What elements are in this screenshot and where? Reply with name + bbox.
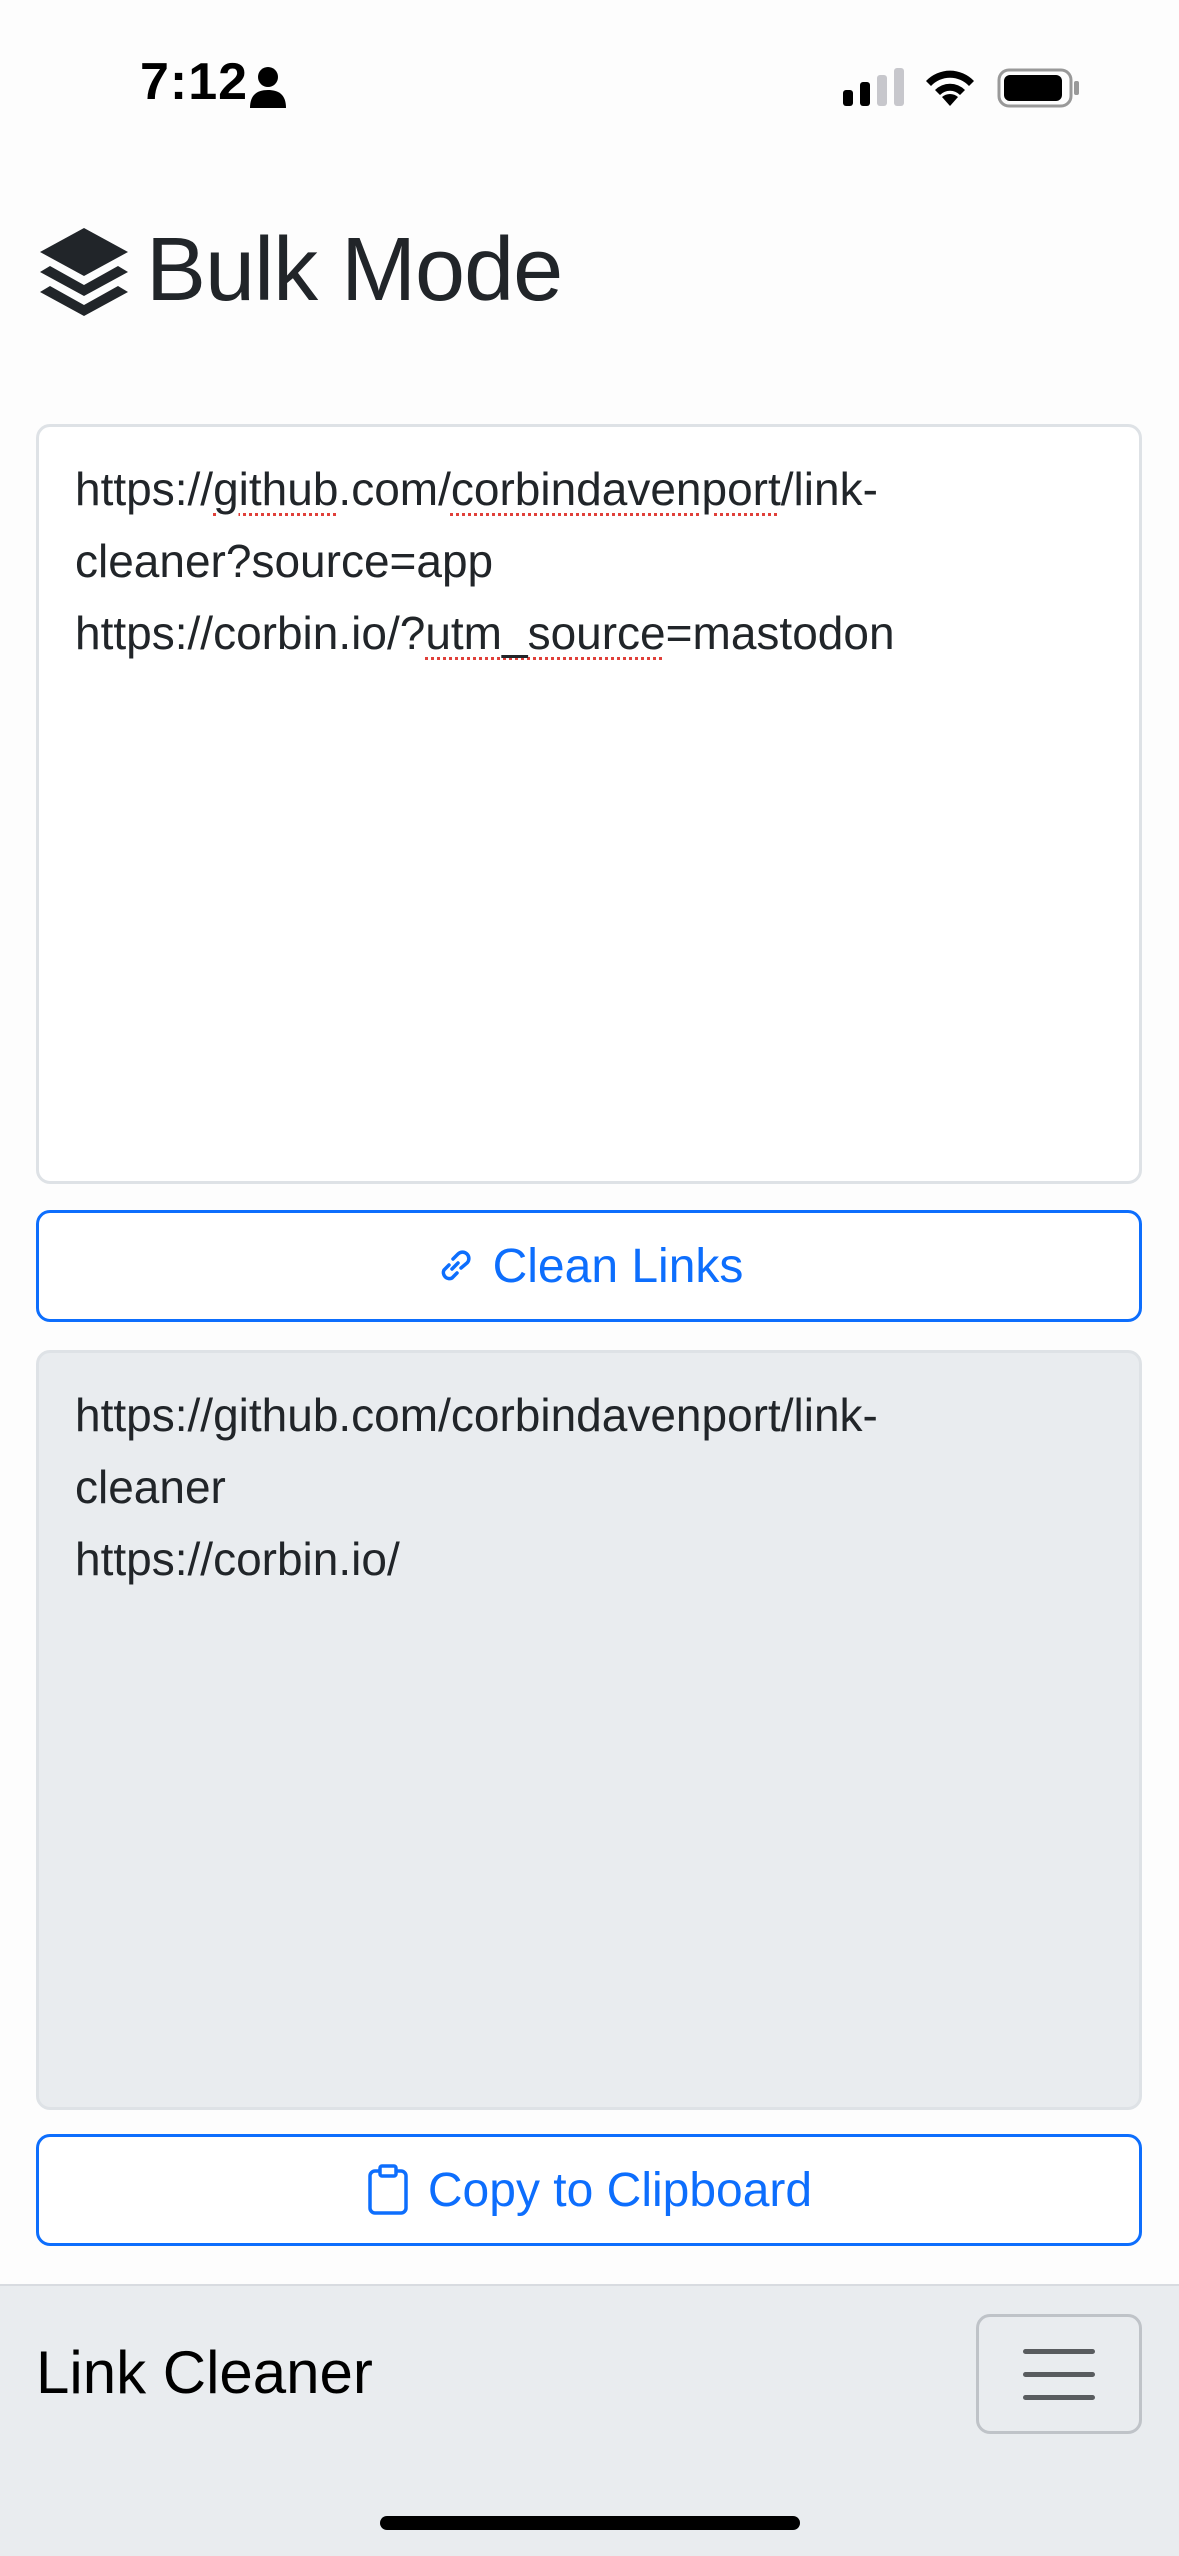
status-time: 7:12 (140, 53, 249, 111)
hamburger-bar (1023, 2371, 1095, 2377)
input-line: https://github.com/corbindavenport/link- (75, 463, 878, 515)
links-input-textarea[interactable]: https://github.com/corbindavenport/link-… (36, 424, 1142, 1184)
hamburger-bar (1023, 2394, 1095, 2400)
battery-icon (997, 68, 1079, 108)
cleaned-links-output[interactable]: https://github.com/corbindavenport/link-… (36, 1350, 1142, 2110)
wifi-icon (926, 70, 974, 106)
person-icon (250, 67, 286, 108)
output-line: https://corbin.io/ (75, 1533, 400, 1585)
layers-icon (40, 228, 128, 316)
home-indicator[interactable] (380, 2516, 800, 2530)
output-line: https://github.com/corbindavenport/link- (75, 1389, 878, 1441)
page-header: Bulk Mode (36, 210, 563, 330)
clipboard-icon (368, 2164, 408, 2215)
input-line: https://corbin.io/?utm_source=mastodon (75, 607, 895, 659)
input-line: cleaner?source=app (75, 535, 494, 587)
output-line: cleaner (75, 1461, 226, 1513)
hamburger-menu-button[interactable] (976, 2314, 1142, 2434)
hamburger-menu-icon (1023, 2348, 1095, 2354)
copy-to-clipboard-button[interactable]: Copy to Clipboard (36, 2134, 1142, 2246)
clean-links-button[interactable]: Clean Links (36, 1210, 1142, 1322)
link-icon (441, 1250, 471, 1281)
navbar-brand[interactable]: Link Cleaner (36, 2338, 373, 2407)
status-bar: 7:12 (0, 0, 1179, 170)
app-screen: 7:12 Bulk Mode https://github.com/corbin… (0, 0, 1179, 2556)
clean-links-label: Clean Links (492, 1239, 744, 1293)
page-title: Bulk Mode (146, 219, 563, 320)
copy-to-clipboard-label: Copy to Clipboard (427, 2163, 813, 2217)
cellular-signal-icon (843, 68, 904, 106)
